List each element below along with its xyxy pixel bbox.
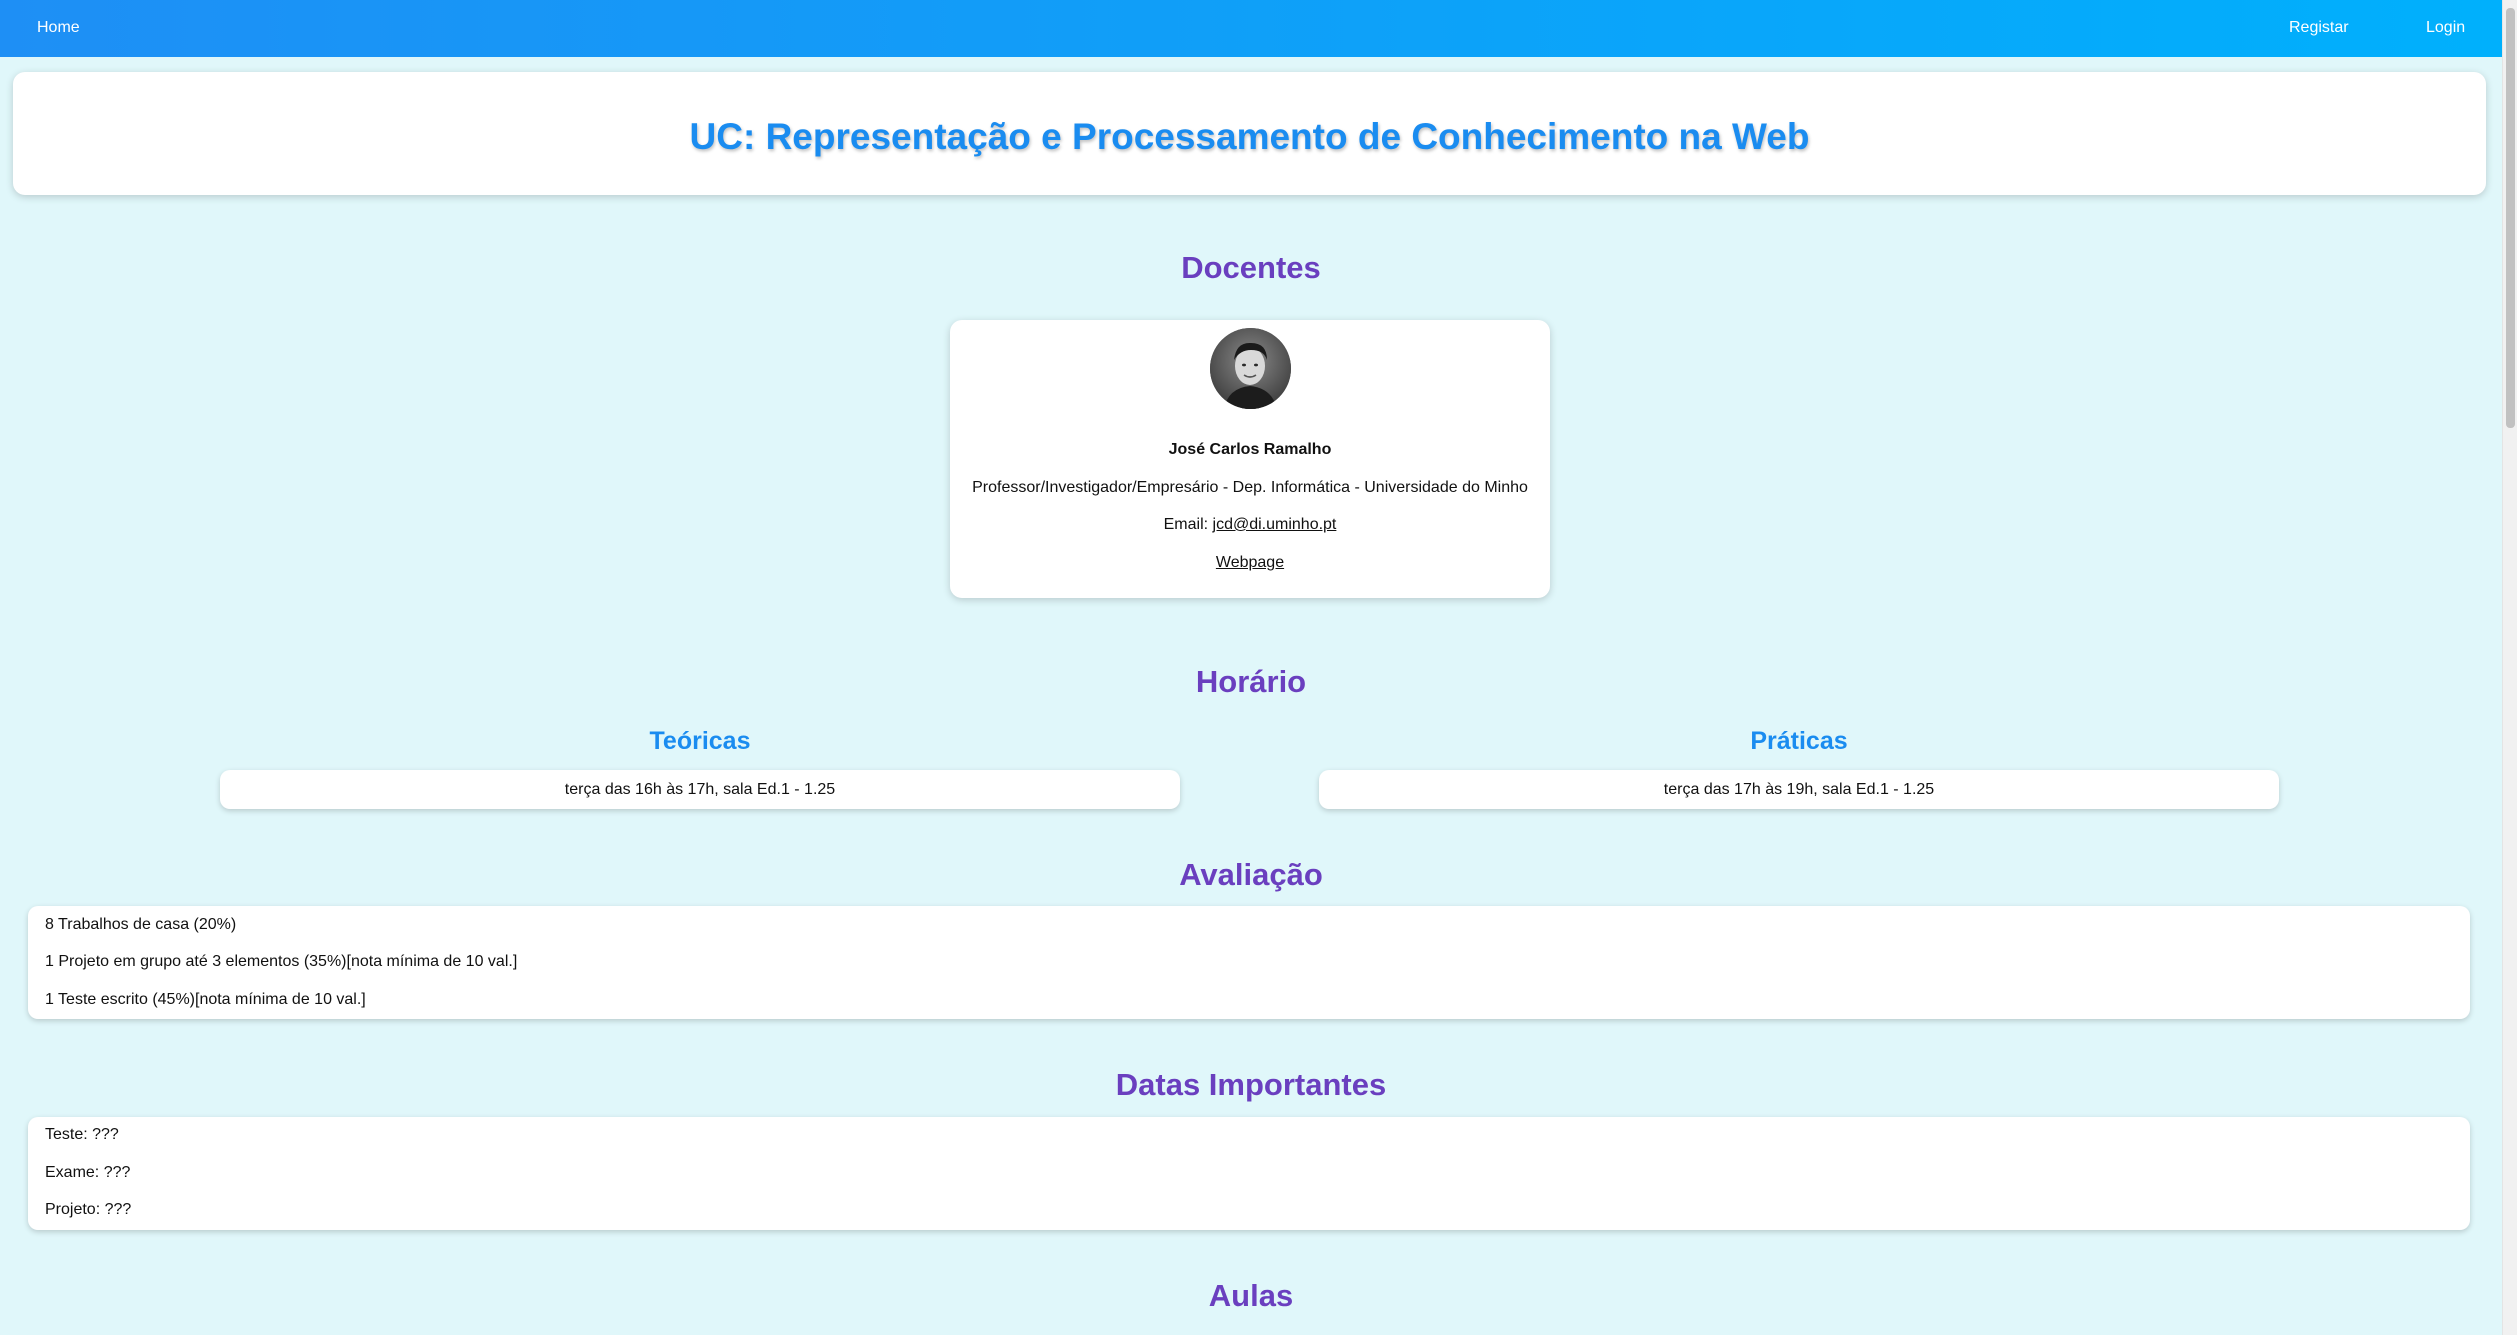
avaliacao-heading: Avaliação [1179, 857, 1323, 892]
page: Home Registar Login UC: Representação e … [0, 0, 2517, 1335]
praticas-heading: Práticas [1750, 727, 1848, 755]
aulas-heading: Aulas [1208, 1278, 1294, 1313]
page-title: UC: Representação e Processamento de Con… [689, 116, 1810, 157]
horario-heading: Horário [1195, 664, 1307, 699]
avaliacao-list: 8 Trabalhos de casa (20%) 1 Projeto em g… [28, 906, 2470, 1019]
list-item: Exame: ??? [45, 1164, 131, 1181]
datas-heading: Datas Importantes [1115, 1067, 1387, 1102]
vertical-scrollbar[interactable] [2502, 0, 2517, 1335]
scrollbar-thumb[interactable] [2506, 8, 2515, 428]
teacher-email-label: Email: [1163, 516, 1213, 533]
nav-login-link[interactable]: Login [2426, 19, 2465, 37]
list-item: 1 Projeto em grupo até 3 elementos (35%)… [45, 953, 518, 970]
top-navbar: Home Registar Login [0, 0, 2502, 57]
teacher-name: José Carlos Ramalho [1168, 441, 1332, 458]
teacher-card: José Carlos Ramalho Professor/Investigad… [950, 320, 1550, 598]
teacher-role: Professor/Investigador/Empresário - Dep.… [972, 479, 1528, 496]
teacher-photo-icon [1210, 328, 1291, 409]
list-item: Teste: ??? [45, 1126, 119, 1143]
datas-list: Teste: ??? Exame: ??? Projeto: ??? [28, 1117, 2470, 1230]
docentes-heading: Docentes [1181, 250, 1321, 285]
teacher-webpage-link[interactable]: Webpage [1216, 554, 1284, 571]
teacher-webpage-row: Webpage [950, 554, 1550, 572]
nav-register-link[interactable]: Registar [2289, 19, 2349, 37]
list-item: Projeto: ??? [45, 1201, 132, 1218]
nav-home-link[interactable]: Home [37, 19, 80, 37]
list-item: 8 Trabalhos de casa (20%) [45, 916, 237, 933]
teoricas-heading: Teóricas [649, 727, 751, 755]
teacher-avatar [1210, 328, 1291, 409]
teacher-email-link[interactable]: jcd@di.uminho.pt [1213, 516, 1337, 533]
list-item: 1 Teste escrito (45%)[nota mínima de 10 … [45, 991, 366, 1008]
praticas-schedule: terça das 17h às 19h, sala Ed.1 - 1.25 [1319, 770, 2279, 809]
teacher-email-row: Email: jcd@di.uminho.pt [950, 516, 1550, 534]
teoricas-schedule: terça das 16h às 17h, sala Ed.1 - 1.25 [220, 770, 1180, 809]
header-card: UC: Representação e Processamento de Con… [13, 72, 2486, 195]
